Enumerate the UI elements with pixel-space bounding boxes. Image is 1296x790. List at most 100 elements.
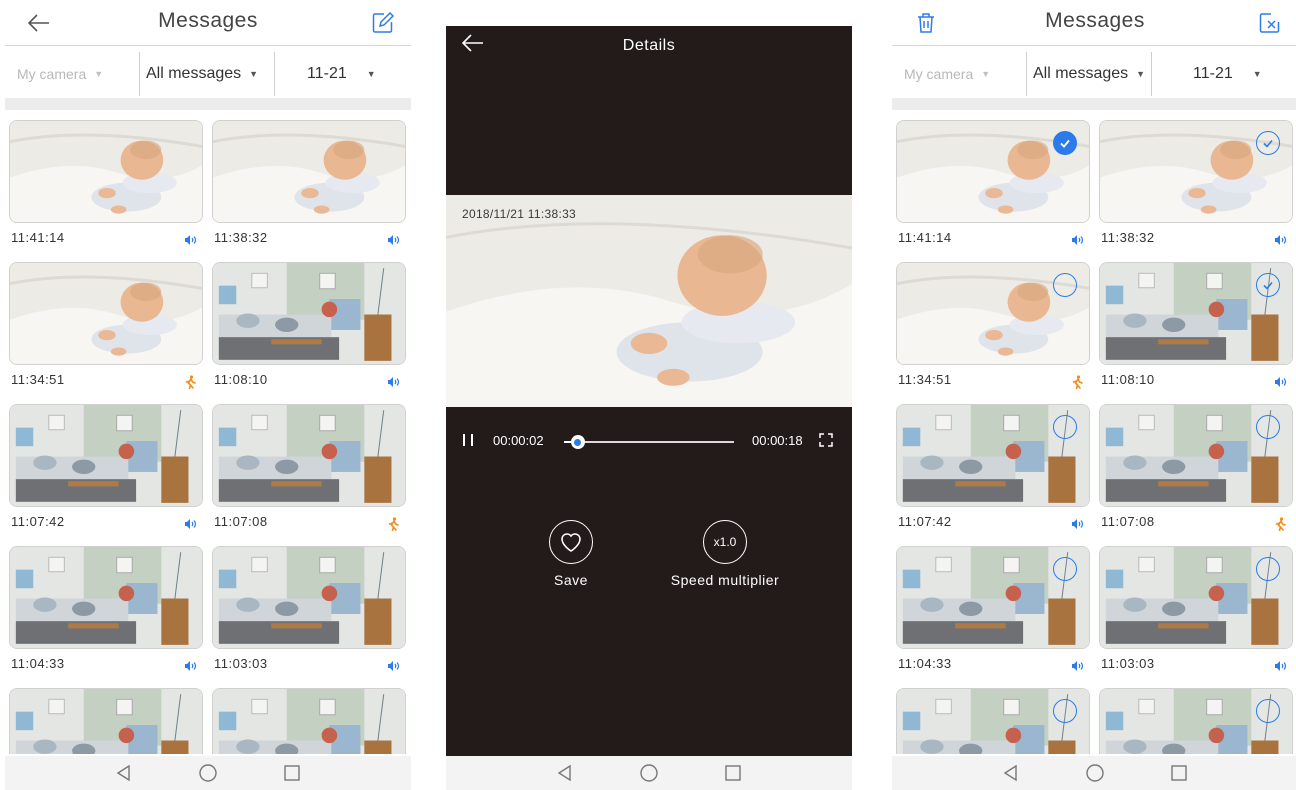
message-thumbnail[interactable] — [896, 404, 1090, 507]
speed-button[interactable]: x1.0 — [703, 520, 747, 564]
nav-recents-button[interactable] — [281, 762, 303, 784]
message-thumbnail[interactable] — [212, 688, 406, 754]
message-thumbnail[interactable] — [896, 688, 1090, 754]
nav-back-button[interactable] — [113, 762, 135, 784]
message-type-label: All messages — [1033, 65, 1129, 82]
message-type-filter[interactable]: All messages ▼ — [1026, 52, 1153, 96]
message-item[interactable]: 11:07:08 — [1099, 404, 1293, 538]
message-time: 11:38:32 — [1101, 230, 1155, 245]
message-item[interactable]: 11:38:32 — [1099, 120, 1293, 254]
save-button[interactable] — [549, 520, 593, 564]
page-title: Messages — [1045, 9, 1145, 32]
divider — [5, 98, 411, 110]
message-time: 11:34:51 — [898, 372, 952, 387]
select-checkbox-checked[interactable] — [1256, 273, 1280, 297]
system-nav-bar — [5, 756, 411, 790]
message-thumbnail[interactable] — [9, 546, 203, 649]
snapshot-image — [10, 547, 202, 648]
camera-filter[interactable]: My camera ▼ — [17, 52, 103, 96]
sound-icon — [1070, 517, 1084, 531]
progress-handle[interactable] — [570, 435, 585, 449]
nav-recents-button[interactable] — [722, 762, 744, 784]
select-checkbox[interactable] — [1053, 415, 1077, 439]
message-item[interactable] — [896, 688, 1090, 754]
square-recents-icon — [725, 765, 741, 781]
date-filter[interactable]: 11-21 ▼ — [1161, 52, 1262, 96]
message-time: 11:07:42 — [898, 514, 952, 529]
message-item[interactable]: 11:41:14 — [896, 120, 1090, 254]
message-item[interactable]: 11:04:33 — [896, 546, 1090, 680]
nav-back-button[interactable] — [1000, 762, 1022, 784]
speed-label: Speed multiplier — [670, 572, 780, 588]
fullscreen-button[interactable] — [819, 433, 833, 447]
message-item[interactable]: 11:08:10 — [212, 262, 406, 396]
message-thumbnail[interactable] — [9, 404, 203, 507]
message-item[interactable]: 11:41:14 — [9, 120, 203, 254]
video-player[interactable]: 2018/11/21 11:38:33 — [446, 195, 852, 407]
select-checkbox[interactable] — [1053, 699, 1077, 723]
message-thumbnail[interactable] — [212, 546, 406, 649]
snapshot-image — [213, 263, 405, 364]
message-item[interactable] — [212, 688, 406, 754]
message-item[interactable] — [9, 688, 203, 754]
message-item[interactable]: 11:08:10 — [1099, 262, 1293, 396]
save-label: Save — [554, 572, 588, 588]
nav-home-button[interactable] — [197, 762, 219, 784]
message-item[interactable]: 11:38:32 — [212, 120, 406, 254]
date-filter-label: 11-21 — [1193, 65, 1233, 82]
message-item[interactable]: 11:03:03 — [212, 546, 406, 680]
progress-track[interactable] — [564, 435, 734, 449]
message-item[interactable]: 11:03:03 — [1099, 546, 1293, 680]
save-action: Save — [506, 520, 636, 588]
message-thumbnail[interactable] — [1099, 404, 1293, 507]
message-type-filter[interactable]: All messages ▼ — [139, 52, 258, 96]
message-thumbnail[interactable] — [1099, 120, 1293, 223]
select-checkbox-checked[interactable] — [1053, 131, 1077, 155]
nav-home-button[interactable] — [1084, 762, 1106, 784]
exit-edit-button[interactable] — [1256, 9, 1284, 37]
select-checkbox[interactable] — [1053, 557, 1077, 581]
select-checkbox[interactable] — [1053, 273, 1077, 297]
edit-button[interactable] — [369, 9, 397, 37]
message-item[interactable]: 11:07:42 — [9, 404, 203, 538]
camera-filter[interactable]: My camera ▼ — [904, 52, 990, 96]
message-item[interactable]: 11:07:08 — [212, 404, 406, 538]
message-thumbnail[interactable] — [9, 120, 203, 223]
select-checkbox[interactable] — [1256, 415, 1280, 439]
message-thumbnail[interactable] — [9, 262, 203, 365]
nav-back-button[interactable] — [554, 762, 576, 784]
message-thumbnail[interactable] — [1099, 688, 1293, 754]
message-thumbnail[interactable] — [212, 262, 406, 365]
message-thumbnail[interactable] — [212, 404, 406, 507]
snapshot-image — [213, 405, 405, 506]
message-time: 11:34:51 — [11, 372, 65, 387]
message-item[interactable] — [1099, 688, 1293, 754]
message-time: 11:07:08 — [1101, 514, 1155, 529]
message-thumbnail[interactable] — [896, 262, 1090, 365]
message-item[interactable]: 11:34:51 — [9, 262, 203, 396]
fullscreen-icon — [819, 433, 833, 447]
message-thumbnail[interactable] — [1099, 262, 1293, 365]
sound-icon — [1070, 659, 1084, 673]
message-thumbnail[interactable] — [1099, 546, 1293, 649]
message-thumbnail[interactable] — [896, 546, 1090, 649]
nav-recents-button[interactable] — [1168, 762, 1190, 784]
nav-home-button[interactable] — [638, 762, 660, 784]
message-thumbnail[interactable] — [896, 120, 1090, 223]
select-checkbox-checked[interactable] — [1256, 131, 1280, 155]
message-time: 11:03:03 — [214, 656, 268, 671]
select-checkbox[interactable] — [1256, 557, 1280, 581]
message-time: 11:38:32 — [214, 230, 268, 245]
message-thumbnail[interactable] — [9, 688, 203, 754]
message-item[interactable]: 11:07:42 — [896, 404, 1090, 538]
video-frame — [446, 195, 852, 407]
sound-icon — [183, 517, 197, 531]
date-filter[interactable]: 11-21 ▼ — [274, 52, 376, 96]
select-checkbox[interactable] — [1256, 699, 1280, 723]
message-item[interactable]: 11:04:33 — [9, 546, 203, 680]
caret-down-icon: ▼ — [249, 69, 259, 79]
message-thumbnail[interactable] — [212, 120, 406, 223]
message-item[interactable]: 11:34:51 — [896, 262, 1090, 396]
pause-button[interactable] — [462, 432, 476, 448]
sound-icon — [183, 659, 197, 673]
